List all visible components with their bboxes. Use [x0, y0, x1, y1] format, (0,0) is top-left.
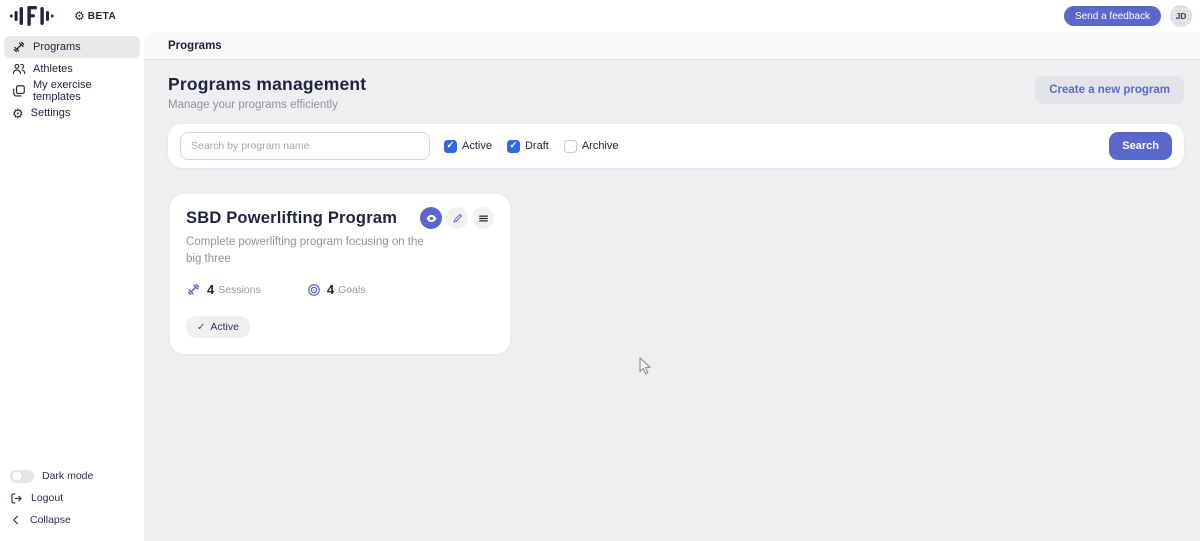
avatar[interactable]: JD	[1170, 5, 1192, 27]
page-title: Programs management	[168, 74, 366, 95]
collapse-label: Collapse	[30, 514, 71, 526]
eye-icon	[425, 212, 438, 225]
dark-mode-label: Dark mode	[42, 470, 93, 482]
logout-label: Logout	[31, 492, 63, 504]
sidebar-item-exercise-templates[interactable]: My exercise templates	[4, 80, 140, 102]
users-icon	[12, 62, 26, 76]
sidebar-item-label: Athletes	[33, 63, 73, 75]
filter-active[interactable]: Active	[444, 140, 492, 153]
page-header: Programs management Manage your programs…	[168, 74, 1184, 111]
program-card: SBD Powerlifting Program	[170, 194, 510, 354]
dark-mode-toggle[interactable]	[10, 470, 34, 483]
card-actions	[420, 207, 494, 229]
search-input[interactable]	[180, 132, 430, 160]
pencil-icon	[452, 213, 463, 224]
program-title: SBD Powerlifting Program	[186, 207, 397, 228]
sidebar-item-settings[interactable]: ⚙ Settings	[4, 102, 140, 124]
sessions-label: Sessions	[218, 284, 261, 296]
dumbbell-logo-icon	[10, 4, 56, 28]
create-program-button[interactable]: Create a new program	[1035, 76, 1184, 104]
checkbox-icon[interactable]	[444, 140, 457, 153]
beta-label: BETA	[88, 11, 116, 22]
chevron-left-icon	[10, 514, 22, 526]
collapse-button[interactable]: Collapse	[4, 509, 140, 531]
view-program-button[interactable]	[420, 207, 442, 229]
sidebar-item-label: My exercise templates	[33, 79, 132, 103]
page-subtitle: Manage your programs efficiently	[168, 99, 366, 111]
logout-button[interactable]: Logout	[4, 487, 140, 509]
dumbbell-icon	[186, 282, 201, 297]
sidebar-item-label: Settings	[31, 107, 71, 119]
goals-count: 4	[327, 282, 334, 297]
app-logo	[10, 4, 56, 28]
copy-icon	[12, 84, 26, 98]
dumbbell-icon	[12, 40, 26, 54]
program-description: Complete powerlifting program focusing o…	[186, 234, 438, 267]
topbar: ⚙ BETA Send a feedback JD	[0, 0, 1200, 32]
filter-label: Archive	[582, 140, 619, 152]
main-panel: Programs Programs management Manage your…	[144, 32, 1200, 541]
logout-icon	[10, 492, 23, 505]
send-feedback-button[interactable]: Send a feedback	[1064, 6, 1161, 26]
goals-label: Goals	[338, 284, 365, 296]
beta-badge: ⚙ BETA	[74, 10, 116, 22]
checkbox-icon[interactable]	[564, 140, 577, 153]
search-button[interactable]: Search	[1109, 132, 1172, 160]
status-label: Active	[210, 321, 239, 333]
program-stats: 4 Sessions 4 Goals	[186, 282, 494, 297]
sessions-count: 4	[207, 282, 214, 297]
status-badge: ✓ Active	[186, 316, 250, 338]
sidebar-item-label: Programs	[33, 41, 81, 53]
sidebar-item-programs[interactable]: Programs	[4, 36, 140, 58]
sidebar-item-athletes[interactable]: Athletes	[4, 58, 140, 80]
menu-icon	[478, 213, 489, 224]
filter-archive[interactable]: Archive	[564, 140, 619, 153]
checkbox-icon[interactable]	[507, 140, 520, 153]
check-icon: ✓	[197, 322, 205, 333]
filter-group: Active Draft Archive	[444, 140, 619, 153]
sidebar: Programs Athletes My exercise templates …	[0, 32, 144, 541]
breadcrumb-bar: Programs	[144, 32, 1200, 60]
gear-icon: ⚙	[12, 107, 24, 120]
search-panel: Active Draft Archive Search	[168, 124, 1184, 168]
filter-label: Draft	[525, 140, 549, 152]
gear-icon: ⚙	[74, 10, 85, 22]
goals-stat: 4 Goals	[307, 282, 366, 297]
target-icon	[307, 283, 321, 297]
filter-label: Active	[462, 140, 492, 152]
sessions-stat: 4 Sessions	[186, 282, 261, 297]
breadcrumb: Programs	[168, 40, 222, 52]
edit-program-button[interactable]	[446, 207, 468, 229]
menu-button[interactable]	[472, 207, 494, 229]
filter-draft[interactable]: Draft	[507, 140, 549, 153]
dark-mode-toggle-row[interactable]: Dark mode	[4, 465, 140, 487]
